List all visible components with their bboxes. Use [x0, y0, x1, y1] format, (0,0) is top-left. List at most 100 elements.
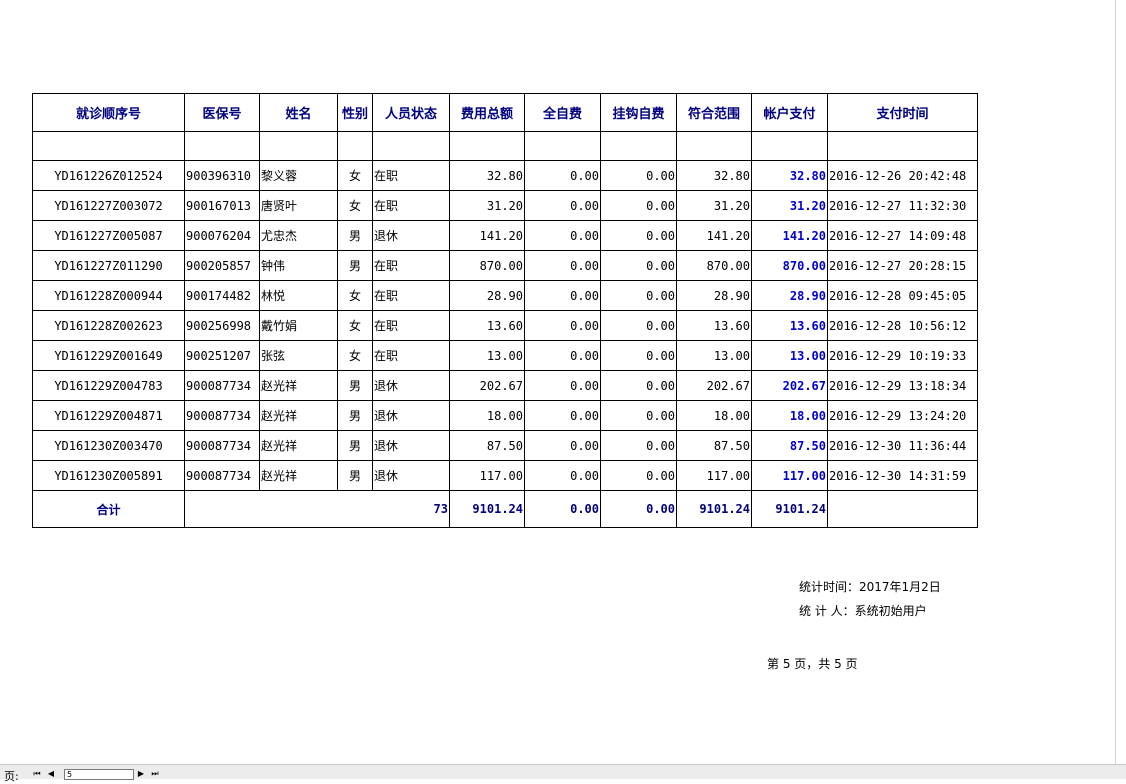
- status-cell: 在职: [372, 190, 450, 221]
- full-self-cell: 0.00: [524, 160, 601, 191]
- full-self-cell: 0.00: [524, 340, 601, 371]
- total-fee-cell: 202.67: [449, 370, 525, 401]
- visit-no-cell: YD161227Z003072: [32, 190, 185, 221]
- linked-self-cell: 0.00: [600, 160, 677, 191]
- account-pay-cell: 31.20: [751, 190, 828, 221]
- status-cell: 在职: [372, 310, 450, 341]
- insurance-no-cell: 900174482: [184, 280, 260, 311]
- name-cell: 戴竹娟: [259, 310, 338, 341]
- pay-time-cell: 2016-12-29 10:19:33: [827, 340, 978, 371]
- column-header: 费用总额: [449, 93, 525, 132]
- column-header: 全自费: [524, 93, 601, 132]
- linked-self-cell: 0.00: [600, 370, 677, 401]
- linked-self-cell: 0.00: [600, 220, 677, 251]
- status-cell: 在职: [372, 340, 450, 371]
- pay-time-cell: 2016-12-29 13:18:34: [827, 370, 978, 401]
- in-scope-cell: 28.90: [676, 280, 752, 311]
- table-row: YD161228Z002623 900256998 戴竹娟女在职 13.60 0.00 0…: [32, 310, 978, 341]
- pay-time-cell: 2016-12-26 20:42:48: [827, 160, 978, 191]
- page-info: 第 5 页，共 5 页: [767, 657, 858, 671]
- total-in-scope: 9101.24: [676, 490, 752, 528]
- linked-self-cell: 0.00: [600, 280, 677, 311]
- gender-cell: 女: [337, 280, 373, 311]
- account-pay-cell: 28.90: [751, 280, 828, 311]
- name-cell: 林悦: [259, 280, 338, 311]
- blank-row: [32, 131, 978, 161]
- linked-self-cell: 0.00: [600, 310, 677, 341]
- account-pay-cell: 870.00: [751, 250, 828, 281]
- account-pay-cell: 202.67: [751, 370, 828, 401]
- name-cell: 赵光祥: [259, 370, 338, 401]
- in-scope-cell: 117.00: [676, 460, 752, 491]
- pay-time-cell: 2016-12-30 11:36:44: [827, 430, 978, 461]
- account-pay-cell: 87.50: [751, 430, 828, 461]
- table-row: YD161227Z003072 900167013 唐贤叶女在职 31.20 0.00 0…: [32, 190, 978, 221]
- insurance-no-cell: 900087734: [184, 430, 260, 461]
- account-pay-cell: 32.80: [751, 160, 828, 191]
- in-scope-cell: 31.20: [676, 190, 752, 221]
- gender-cell: 男: [337, 460, 373, 491]
- column-header: 医保号: [184, 93, 260, 132]
- column-header: 人员状态: [372, 93, 450, 132]
- insurance-no-cell: 900396310: [184, 160, 260, 191]
- prev-page-icon[interactable]: ◀: [46, 769, 56, 778]
- gender-cell: 男: [337, 400, 373, 431]
- column-header: 帐户支付: [751, 93, 828, 132]
- stat-time: 统计时间：2017年1月2日: [799, 580, 941, 594]
- gender-cell: 女: [337, 310, 373, 341]
- total-count: 73: [184, 490, 450, 528]
- account-pay-cell: 117.00: [751, 460, 828, 491]
- linked-self-cell: 0.00: [600, 400, 677, 431]
- gender-cell: 女: [337, 340, 373, 371]
- gender-cell: 男: [337, 250, 373, 281]
- full-self-cell: 0.00: [524, 370, 601, 401]
- status-cell: 退休: [372, 460, 450, 491]
- total-label: 合计: [32, 490, 185, 528]
- in-scope-cell: 13.60: [676, 310, 752, 341]
- total-fee-cell: 87.50: [449, 430, 525, 461]
- page-number-input[interactable]: 5: [64, 769, 134, 780]
- first-page-icon[interactable]: ⏮: [32, 769, 42, 778]
- in-scope-cell: 87.50: [676, 430, 752, 461]
- total-fee-cell: 13.00: [449, 340, 525, 371]
- page-label: 页:: [4, 770, 19, 783]
- report-table: 就诊顺序号 医保号 姓名 性别 人员状态 费用总额 全自费 挂钩自费 符合范围 帐户支付 支付时间 …: [32, 93, 978, 528]
- table-header-row: 就诊顺序号 医保号 姓名 性别 人员状态 费用总额 全自费 挂钩自费 符合范围 帐户支付 支付时间: [32, 93, 978, 132]
- table-row: YD161230Z005891 900087734 赵光祥男退休 117.00 0.00…: [32, 460, 978, 491]
- gender-cell: 女: [337, 190, 373, 221]
- name-cell: 张弦: [259, 340, 338, 371]
- pay-time-cell: 2016-12-27 14:09:48: [827, 220, 978, 251]
- in-scope-cell: 18.00: [676, 400, 752, 431]
- in-scope-cell: 202.67: [676, 370, 752, 401]
- status-cell: 退休: [372, 430, 450, 461]
- status-cell: 在职: [372, 280, 450, 311]
- pay-time-cell: 2016-12-28 10:56:12: [827, 310, 978, 341]
- visit-no-cell: YD161229Z001649: [32, 340, 185, 371]
- column-header: 性别: [337, 93, 373, 132]
- table-row: YD161229Z001649 900251207 张弦女在职 13.00 0.00 0.…: [32, 340, 978, 371]
- column-header: 就诊顺序号: [32, 93, 185, 132]
- total-fee-cell: 870.00: [449, 250, 525, 281]
- total-fee-cell: 117.00: [449, 460, 525, 491]
- last-page-icon[interactable]: ⏭: [150, 769, 160, 778]
- linked-self-cell: 0.00: [600, 460, 677, 491]
- total-row: 合计 73 9101.24 0.00 0.00 9101.24 9101.24: [32, 490, 978, 528]
- total-fee: 9101.24: [449, 490, 525, 528]
- full-self-cell: 0.00: [524, 190, 601, 221]
- gender-cell: 男: [337, 430, 373, 461]
- full-self-cell: 0.00: [524, 400, 601, 431]
- account-pay-cell: 18.00: [751, 400, 828, 431]
- insurance-no-cell: 900251207: [184, 340, 260, 371]
- linked-self-cell: 0.00: [600, 430, 677, 461]
- in-scope-cell: 141.20: [676, 220, 752, 251]
- in-scope-cell: 32.80: [676, 160, 752, 191]
- total-linked-self: 0.00: [600, 490, 677, 528]
- name-cell: 赵光祥: [259, 460, 338, 491]
- next-page-icon[interactable]: ▶: [136, 769, 146, 778]
- insurance-no-cell: 900087734: [184, 400, 260, 431]
- full-self-cell: 0.00: [524, 250, 601, 281]
- status-cell: 退休: [372, 370, 450, 401]
- insurance-no-cell: 900205857: [184, 250, 260, 281]
- name-cell: 尤忠杰: [259, 220, 338, 251]
- visit-no-cell: YD161229Z004783: [32, 370, 185, 401]
